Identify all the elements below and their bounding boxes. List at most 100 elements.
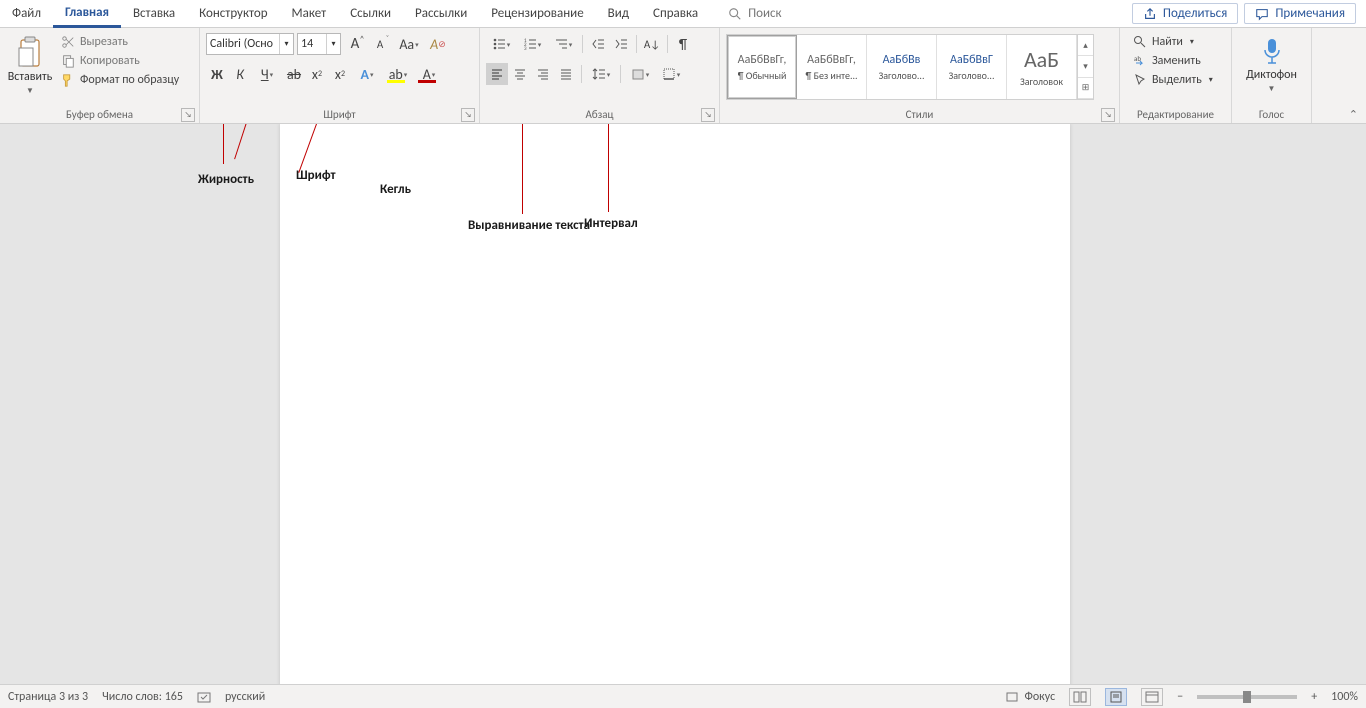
menu-home[interactable]: Главная [53,0,121,28]
mic-icon [1259,36,1285,66]
dictate-label: Диктофон [1246,68,1297,82]
menu-mailings[interactable]: Рассылки [403,0,479,27]
paste-button[interactable]: Вставить ▼ [6,32,54,100]
cut-button[interactable]: Вырезать [58,34,182,50]
view-read-button[interactable] [1069,688,1091,706]
document-page[interactable] [280,124,1070,684]
bold-button[interactable]: Ж [206,63,228,85]
search-box[interactable]: Поиск [710,0,782,27]
grow-font-button[interactable]: A^ [344,33,366,55]
menu-review[interactable]: Рецензирование [479,0,595,27]
dictate-button[interactable]: Диктофон ▼ [1238,32,1305,98]
editing-group-label: Редактирование [1137,108,1214,121]
align-right-button[interactable] [532,63,554,85]
align-left-button[interactable] [486,63,508,85]
font-size-combo[interactable]: 14 ▾ [297,33,341,55]
status-page[interactable]: Страница 3 из 3 [8,690,88,704]
font-name-combo[interactable]: Calibri (Осно ▾ [206,33,294,55]
zoom-level[interactable]: 100% [1331,690,1358,704]
decrease-indent-button[interactable] [587,33,609,55]
styles-scroll-0[interactable]: ▴ [1078,35,1093,56]
styles-scroll-1[interactable]: ▾ [1078,56,1093,77]
view-print-button[interactable] [1105,688,1127,706]
status-word-count[interactable]: Число слов: 165 [102,690,183,704]
change-case-button[interactable]: Aa▾ [394,33,424,55]
zoom-in-button[interactable]: + [1311,690,1317,704]
numbering-button[interactable]: 123▾ [517,33,547,55]
style-name: Заголово... [949,69,995,82]
bullets-button[interactable]: ▾ [486,33,516,55]
collapse-ribbon-button[interactable]: ⌃ [1349,108,1358,121]
shading-button[interactable]: ▾ [625,63,655,85]
group-voice: Диктофон ▼ Голос [1232,28,1312,123]
format-painter-button[interactable]: Формат по образцу [58,72,182,88]
clipboard-icon [16,36,44,68]
comments-label: Примечания [1275,6,1345,21]
subscript-button[interactable]: x2 [306,63,328,85]
share-button[interactable]: Поделиться [1132,3,1238,24]
paragraph-launcher[interactable]: ↘ [701,108,715,122]
menu-references[interactable]: Ссылки [338,0,403,27]
menu-file[interactable]: Файл [0,0,53,27]
borders-button[interactable]: ▾ [656,63,686,85]
font-size-value: 14 [301,37,313,51]
strikethrough-button[interactable]: ab [283,63,305,85]
find-button[interactable]: Найти▾ [1130,34,1216,50]
show-marks-button[interactable]: ¶ [672,33,694,55]
comment-icon [1255,7,1269,21]
find-icon [1133,35,1147,49]
style-preview: АаБ [1024,46,1059,73]
status-focus[interactable]: Фокус [1005,690,1055,704]
style-item-0[interactable]: АаБбВвГг,¶ Обычный [727,35,797,99]
clear-formatting-button[interactable]: A⊘ [427,33,449,55]
svg-text:3: 3 [524,46,527,51]
highlight-button[interactable]: ab▾ [383,63,413,85]
multilevel-list-button[interactable]: ▾ [548,33,578,55]
select-button[interactable]: Выделить▾ [1130,72,1216,88]
font-launcher[interactable]: ↘ [461,108,475,122]
style-item-2[interactable]: АаБбВвЗаголово... [867,35,937,99]
group-font: Calibri (Осно ▾ 14 ▾ A^ Aˇ Aa▾ A⊘ Ж К Ч▾… [200,28,480,123]
menu-design[interactable]: Конструктор [187,0,279,27]
menu-insert[interactable]: Вставка [121,0,187,27]
copy-button[interactable]: Копировать [58,53,182,69]
line-spacing-button[interactable]: ▾ [586,63,616,85]
sort-button[interactable]: A↓ [641,33,663,55]
font-color-button[interactable]: A▾ [414,63,444,85]
shrink-font-button[interactable]: Aˇ [369,33,391,55]
styles-launcher[interactable]: ↘ [1101,108,1115,122]
styles-gallery[interactable]: АаБбВвГг,¶ ОбычныйАаБбВвГг,¶ Без инте...… [726,34,1094,100]
styles-scroll-2[interactable]: ⊞ [1078,78,1093,99]
replace-button[interactable]: ab Заменить [1130,53,1216,69]
annotation-font: Шрифт [296,168,336,183]
comments-button[interactable]: Примечания [1244,3,1356,24]
justify-button[interactable] [555,63,577,85]
annotation-spacing: Интервал [584,216,638,231]
menu-view[interactable]: Вид [596,0,641,27]
menu-layout[interactable]: Макет [280,0,339,27]
italic-button[interactable]: К [229,63,251,85]
search-icon [728,7,742,21]
style-item-3[interactable]: АаБбВвГЗаголово... [937,35,1007,99]
text-effects-button[interactable]: A▾ [352,63,382,85]
status-language[interactable]: русский [225,690,265,704]
underline-button[interactable]: Ч▾ [252,63,282,85]
replace-label: Заменить [1152,54,1201,68]
increase-indent-button[interactable] [610,33,632,55]
style-item-1[interactable]: АаБбВвГг,¶ Без инте... [797,35,867,99]
menu-help[interactable]: Справка [641,0,710,27]
annotation-size: Кегль [380,182,411,197]
style-preview: АаБбВвГг, [738,53,787,67]
focus-icon [1005,690,1019,704]
superscript-button[interactable]: x2 [329,63,351,85]
brush-icon [61,73,75,87]
zoom-slider[interactable] [1197,695,1297,699]
zoom-out-button[interactable]: − [1177,690,1183,704]
clipboard-launcher[interactable]: ↘ [181,108,195,122]
status-spellcheck-icon[interactable] [197,690,211,704]
style-item-4[interactable]: АаБЗаголовок [1007,35,1077,99]
align-center-button[interactable] [509,63,531,85]
style-name: ¶ Без инте... [805,69,857,82]
copy-icon [61,54,75,68]
view-web-button[interactable] [1141,688,1163,706]
